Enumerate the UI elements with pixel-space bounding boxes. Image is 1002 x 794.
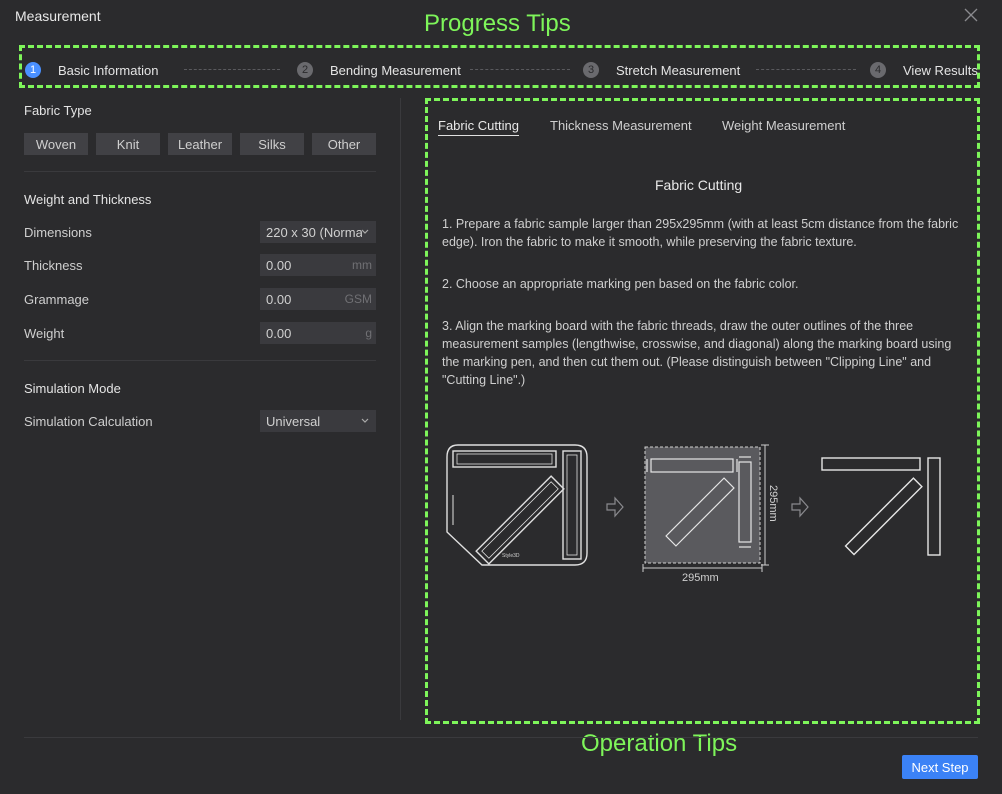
section-divider bbox=[24, 171, 376, 172]
marking-board-diagram bbox=[446, 444, 588, 566]
dimensions-select[interactable]: 220 x 30 (Normal) bbox=[260, 221, 376, 243]
step-stretch-measurement[interactable]: 3 Stretch Measurement bbox=[583, 60, 740, 80]
step-number: 1 bbox=[25, 62, 41, 78]
grammage-input[interactable]: 0.00 GSM bbox=[260, 288, 376, 310]
tab-fabric-cutting[interactable]: Fabric Cutting bbox=[438, 118, 519, 136]
footer-separator bbox=[24, 737, 978, 738]
progress-tips-highlight bbox=[19, 45, 980, 88]
weight-thickness-title: Weight and Thickness bbox=[24, 192, 152, 207]
dimension-horizontal-label: 295mm bbox=[682, 572, 719, 584]
step-number: 2 bbox=[297, 62, 313, 78]
dimensions-value: 220 x 30 (Normal) bbox=[266, 224, 362, 240]
progress-tips-annotation: Progress Tips bbox=[424, 10, 571, 37]
step-label: Basic Information bbox=[58, 62, 159, 78]
content-title: Fabric Cutting bbox=[655, 177, 743, 193]
grammage-unit: GSM bbox=[344, 292, 372, 306]
thickness-label: Thickness bbox=[24, 258, 83, 273]
step-connector bbox=[470, 69, 570, 70]
weight-label: Weight bbox=[24, 326, 65, 341]
board-logo: Style3D bbox=[502, 553, 520, 559]
thickness-input[interactable]: 0.00 mm bbox=[260, 254, 376, 276]
cut-samples-diagram bbox=[821, 457, 941, 556]
step-connector bbox=[184, 69, 280, 70]
instruction-step-2: 2. Choose an appropriate marking pen bas… bbox=[442, 277, 799, 291]
section-divider bbox=[24, 360, 376, 361]
thickness-value: 0.00 bbox=[266, 257, 292, 273]
instruction-step-3: 3. Align the marking board with the fabr… bbox=[442, 319, 952, 387]
dimension-vertical-label: 295mm bbox=[767, 485, 779, 522]
step-number: 4 bbox=[870, 62, 886, 78]
chevron-down-icon bbox=[361, 229, 369, 234]
chevron-down-icon bbox=[361, 418, 369, 423]
simulation-mode-title: Simulation Mode bbox=[24, 381, 121, 396]
thickness-unit: mm bbox=[352, 258, 372, 272]
fabric-type-title: Fabric Type bbox=[24, 103, 92, 118]
step-connector bbox=[756, 69, 856, 70]
tab-weight-measurement[interactable]: Weight Measurement bbox=[722, 118, 845, 133]
tab-thickness-measurement[interactable]: Thickness Measurement bbox=[550, 118, 692, 133]
operation-tips-annotation: Operation Tips bbox=[581, 730, 738, 757]
fabric-type-other[interactable]: Other bbox=[312, 133, 376, 155]
weight-input[interactable]: 0.00 g bbox=[260, 322, 376, 344]
next-step-button[interactable]: Next Step bbox=[902, 755, 978, 779]
weight-value: 0.00 bbox=[266, 325, 292, 341]
fabric-type-silks[interactable]: Silks bbox=[240, 133, 304, 155]
weight-unit: g bbox=[365, 326, 372, 340]
step-label: Bending Measurement bbox=[330, 62, 461, 78]
fabric-type-knit[interactable]: Knit bbox=[96, 133, 160, 155]
step-label: Stretch Measurement bbox=[616, 62, 741, 78]
instruction-step-1: 1. Prepare a fabric sample larger than 2… bbox=[442, 217, 959, 249]
grammage-value: 0.00 bbox=[266, 291, 292, 307]
simulation-calculation-select[interactable]: Universal bbox=[260, 410, 376, 432]
close-icon[interactable] bbox=[962, 6, 980, 24]
fabric-type-leather[interactable]: Leather bbox=[168, 133, 232, 155]
panel-separator bbox=[400, 98, 401, 720]
cutting-illustration: Style3D 295mm 295mm bbox=[446, 444, 941, 584]
dimensions-label: Dimensions bbox=[24, 225, 92, 240]
arrow-right-icon bbox=[606, 496, 624, 518]
step-number: 3 bbox=[583, 62, 599, 78]
step-basic-information[interactable]: 1 Basic Information bbox=[25, 60, 158, 80]
window-title: Measurement bbox=[15, 8, 101, 24]
simulation-calculation-label: Simulation Calculation bbox=[24, 414, 153, 429]
step-label: View Results bbox=[903, 62, 978, 78]
step-view-results[interactable]: 4 View Results bbox=[870, 60, 978, 80]
step-bending-measurement[interactable]: 2 Bending Measurement bbox=[297, 60, 461, 80]
grammage-label: Grammage bbox=[24, 292, 90, 307]
simulation-calculation-value: Universal bbox=[266, 413, 321, 429]
fabric-type-woven[interactable]: Woven bbox=[24, 133, 88, 155]
arrow-right-icon bbox=[791, 496, 809, 518]
fabric-sample-diagram bbox=[642, 444, 769, 572]
